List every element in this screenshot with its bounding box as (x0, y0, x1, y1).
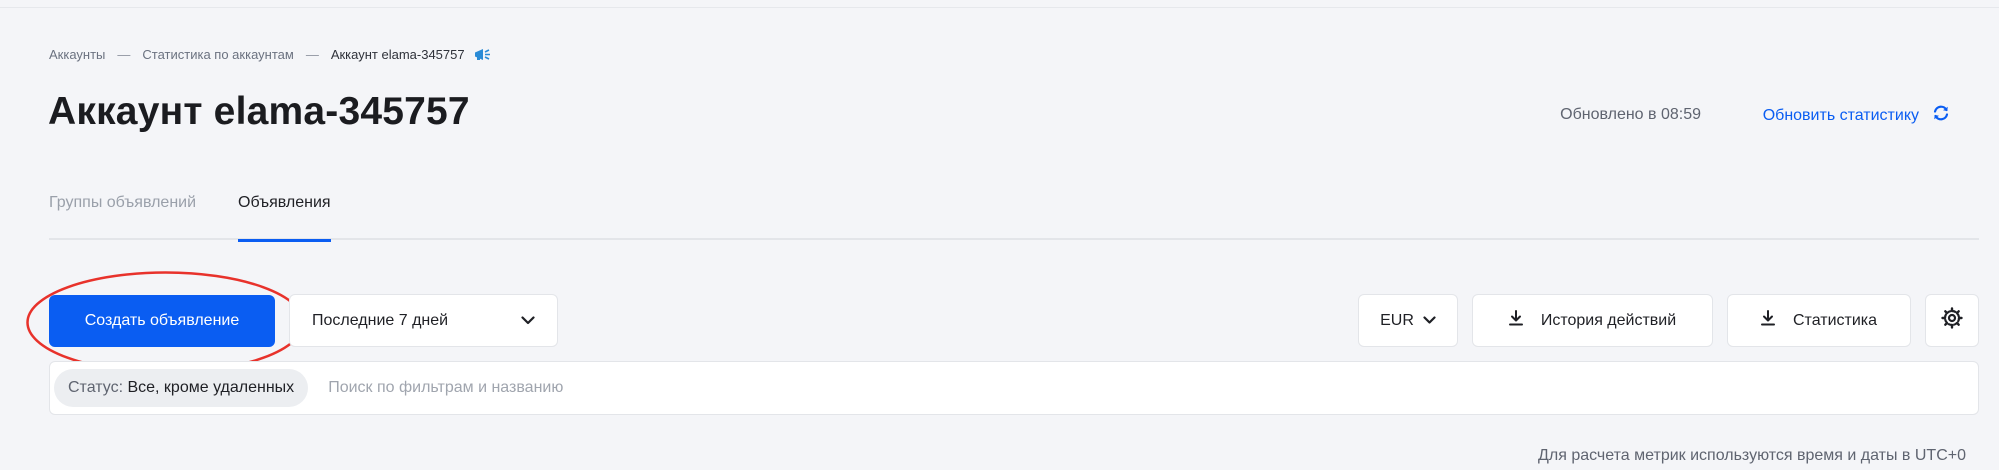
breadcrumb-item-accounts[interactable]: Аккаунты (49, 47, 105, 62)
page-title: Аккаунт elama-345757 (48, 90, 470, 133)
breadcrumb-current: Аккаунт elama-345757 (330, 47, 465, 62)
status-filter-chip[interactable]: Статус: Все, кроме удаленных (54, 369, 309, 407)
chevron-down-icon (1423, 312, 1436, 330)
period-select[interactable]: Последние 7 дней (289, 294, 558, 347)
status-filter-prefix: Статус: (68, 379, 128, 396)
download-stats-label: Статистика (1792, 311, 1878, 329)
refresh-stats-button[interactable]: Обновить статистику (1763, 103, 1951, 128)
action-history-label: История действий (1540, 311, 1677, 329)
currency-select[interactable]: EUR (1358, 294, 1458, 347)
search-input[interactable] (328, 379, 1978, 397)
currency-value: EUR (1380, 311, 1414, 329)
download-stats-button[interactable]: Статистика (1727, 294, 1911, 347)
gear-icon (1940, 306, 1964, 335)
megaphone-icon (474, 48, 491, 61)
breadcrumb-separator: — (117, 47, 131, 62)
tab-ad-groups[interactable]: Группы объявлений (49, 194, 196, 240)
chevron-down-icon (521, 312, 535, 330)
refresh-icon (1931, 103, 1951, 128)
create-ad-button[interactable]: Создать объявление (49, 295, 275, 347)
filter-bar: Статус: Все, кроме удаленных (49, 361, 1979, 415)
refresh-stats-label: Обновить статистику (1762, 106, 1919, 124)
settings-button[interactable] (1925, 294, 1979, 347)
top-divider (0, 0, 1999, 8)
utc-footnote: Для расчета метрик используются время и … (1538, 447, 1966, 464)
updated-time: Обновлено в 08:59 (1560, 106, 1701, 123)
breadcrumb-separator: — (305, 47, 319, 62)
action-history-button[interactable]: История действий (1472, 294, 1713, 347)
download-icon (1508, 310, 1523, 331)
breadcrumb: Аккаунты — Статистика по аккаунтам — Акк… (49, 47, 491, 62)
period-value: Последние 7 дней (312, 311, 449, 329)
tabs: Группы объявлений Объявления (49, 194, 1979, 242)
tab-ads[interactable]: Объявления (238, 194, 331, 242)
breadcrumb-item-account-stats[interactable]: Статистика по аккаунтам (142, 47, 293, 62)
download-icon (1760, 310, 1775, 331)
status-filter-value: Все, кроме удаленных (127, 379, 295, 396)
